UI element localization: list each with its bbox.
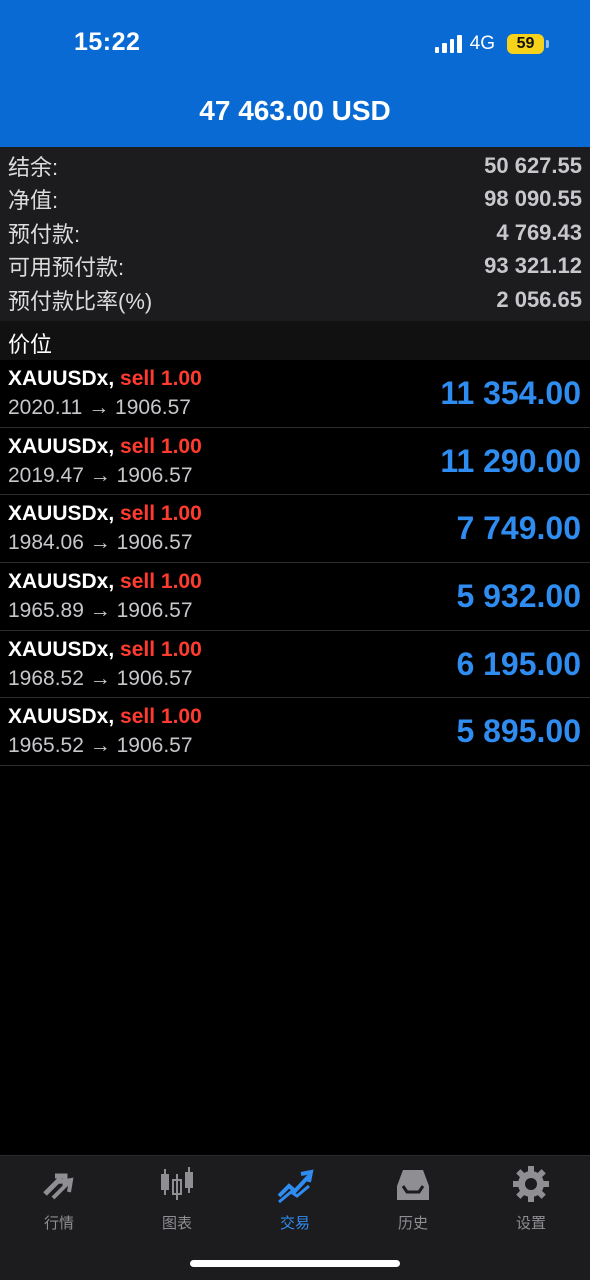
summary-row-balance: 结余: 50 627.55	[0, 149, 590, 183]
summary-value: 4 769.43	[496, 219, 582, 245]
arrow-icon: →	[89, 599, 111, 623]
tab-label: 交易	[279, 1215, 310, 1232]
position-row[interactable]: XAUUSDx, sell 1.00 1968.52 → 1906.57 6 1…	[0, 631, 590, 699]
tab-label: 历史	[397, 1215, 428, 1232]
position-side: sell 1.00	[120, 637, 202, 661]
position-row[interactable]: XAUUSDx, sell 1.00 2020.11 → 1906.57 11 …	[0, 360, 590, 428]
summary-row-margin-level: 预付款比率(%) 2 056.65	[0, 283, 590, 317]
candlestick-chart-icon	[161, 1167, 193, 1200]
arrow-icon: →	[89, 666, 111, 690]
position-profit: 5 932.00	[456, 578, 581, 615]
position-profit: 5 895.00	[456, 713, 581, 750]
arrow-icon: →	[89, 734, 111, 758]
position-side: sell 1.00	[120, 502, 202, 526]
position-symbol: XAUUSDx,	[8, 637, 115, 661]
position-row[interactable]: XAUUSDx, sell 1.00 1965.89 → 1906.57 5 9…	[0, 563, 590, 631]
position-side: sell 1.00	[120, 570, 202, 594]
history-inbox-icon	[397, 1170, 429, 1200]
trade-trend-icon	[277, 1169, 314, 1204]
summary-label: 结余:	[8, 154, 59, 180]
position-current-price: 1906.57	[116, 599, 193, 623]
account-profit-title: 47 463.00 USD	[199, 95, 391, 126]
tab-label: 设置	[515, 1215, 546, 1232]
position-open-price: 2019.47	[8, 463, 84, 487]
summary-label: 可用预付款:	[8, 255, 125, 281]
position-side: sell 1.00	[120, 434, 202, 458]
account-summary: 结余: 50 627.55 净值: 98 090.55 预付款: 4 769.4…	[0, 147, 590, 321]
positions-section-title: 价位	[0, 321, 590, 360]
position-row[interactable]: XAUUSDx, sell 1.00 1984.06 → 1906.57 7 7…	[0, 495, 590, 564]
tab-chart[interactable]: 图表	[118, 1164, 236, 1233]
tab-trade[interactable]: 交易	[236, 1164, 354, 1233]
position-symbol: XAUUSDx,	[8, 705, 115, 729]
position-profit: 11 354.00	[440, 375, 581, 411]
arrow-icon: →	[89, 531, 111, 555]
position-current-price: 1906.57	[116, 734, 193, 758]
position-side: sell 1.00	[120, 705, 202, 729]
position-open-price: 1965.89	[8, 599, 84, 623]
quotes-arrows-icon	[43, 1173, 74, 1200]
position-row[interactable]: XAUUSDx, sell 1.00 1965.52 → 1906.57 5 8…	[0, 698, 590, 767]
summary-label: 预付款比率(%)	[8, 288, 153, 314]
position-symbol: XAUUSDx,	[8, 434, 115, 458]
network-type: 4G	[469, 33, 495, 54]
position-symbol: XAUUSDx,	[8, 570, 115, 594]
position-current-price: 1906.57	[116, 666, 193, 690]
tab-quotes[interactable]: 行情	[0, 1164, 118, 1233]
position-open-price: 1984.06	[8, 531, 84, 555]
position-open-price: 2020.11	[8, 396, 83, 419]
tab-label: 行情	[43, 1215, 74, 1232]
summary-value: 98 090.55	[484, 186, 582, 212]
summary-value: 93 321.12	[484, 253, 582, 279]
summary-value: 2 056.65	[496, 286, 582, 312]
summary-row-margin: 预付款: 4 769.43	[0, 216, 590, 250]
app-header: 15:22 4G 59 47 463.00 USD	[0, 0, 590, 147]
status-indicators: 4G 59	[434, 30, 549, 58]
position-profit: 11 290.00	[440, 442, 581, 479]
settings-gear-icon	[513, 1166, 549, 1202]
positions-list: XAUUSDx, sell 1.00 2020.11 → 1906.57 11 …	[0, 360, 590, 767]
position-current-price: 1906.57	[115, 396, 191, 419]
battery-icon: 59	[507, 34, 549, 54]
summary-row-free-margin: 可用预付款: 93 321.12	[0, 250, 590, 284]
arrow-icon: →	[89, 463, 111, 487]
tab-settings[interactable]: 设置	[472, 1164, 590, 1233]
position-open-price: 1968.52	[8, 666, 84, 690]
summary-value: 50 627.55	[484, 152, 582, 178]
position-open-price: 1965.52	[8, 734, 84, 758]
tab-history[interactable]: 历史	[354, 1164, 472, 1233]
summary-label: 预付款:	[8, 221, 81, 247]
position-side: sell 1.00	[120, 367, 202, 390]
status-time: 15:22	[74, 28, 141, 56]
arrow-icon: →	[88, 396, 110, 419]
home-indicator[interactable]	[190, 1260, 400, 1267]
position-symbol: XAUUSDx,	[8, 502, 115, 526]
position-profit: 6 195.00	[456, 645, 581, 682]
position-symbol: XAUUSDx,	[8, 367, 115, 390]
summary-label: 净值:	[8, 188, 59, 214]
cellular-signal-icon	[434, 35, 462, 53]
position-profit: 7 749.00	[456, 510, 581, 547]
position-current-price: 1906.57	[116, 531, 193, 555]
battery-level: 59	[516, 35, 535, 52]
position-current-price: 1906.57	[116, 463, 193, 487]
summary-row-equity: 净值: 98 090.55	[0, 183, 590, 217]
position-row[interactable]: XAUUSDx, sell 1.00 2019.47 → 1906.57 11 …	[0, 428, 590, 496]
tab-label: 图表	[161, 1215, 192, 1232]
